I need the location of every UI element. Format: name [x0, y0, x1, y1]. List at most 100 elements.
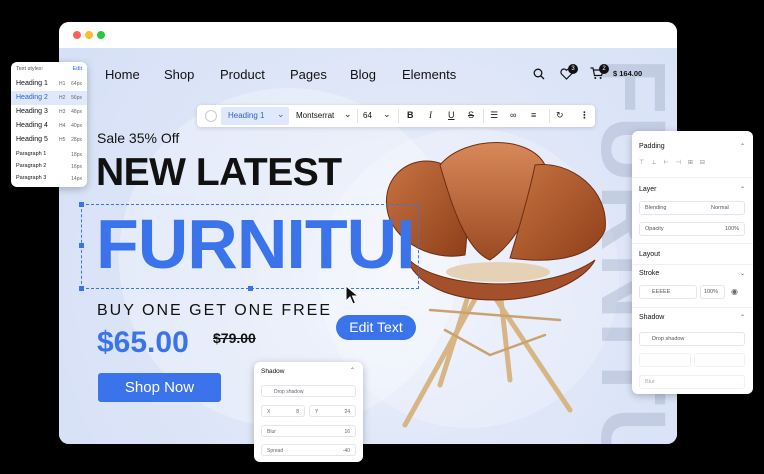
- text-style-size: 18px: [71, 152, 82, 158]
- shadow-popup-blur-input[interactable]: Blur 16: [261, 425, 356, 437]
- refresh-icon[interactable]: ↻: [556, 110, 564, 121]
- shadow-section-title[interactable]: Shadow: [639, 314, 664, 321]
- chevron-up-icon[interactable]: ⌃: [740, 314, 745, 321]
- opacity-input[interactable]: Opacity 100%: [639, 222, 745, 236]
- text-style-row[interactable]: Heading 1 H1 64px: [11, 77, 87, 91]
- text-style-name: Heading 2: [16, 94, 48, 101]
- text-style-value: Heading 1: [228, 111, 265, 120]
- nav-blog[interactable]: Blog: [350, 67, 376, 82]
- shadow-y-input[interactable]: [694, 353, 745, 367]
- cart-count-badge: 2: [599, 64, 609, 74]
- text-style-size: 28px: [71, 137, 82, 143]
- bold-icon[interactable]: B: [407, 110, 414, 120]
- stroke-section-title[interactable]: Stroke: [639, 270, 659, 277]
- text-styles-edit[interactable]: Edit: [73, 66, 82, 72]
- shadow-blur-label: Blur: [645, 379, 655, 385]
- shadow-popup-y-input[interactable]: Y 24: [309, 405, 356, 417]
- chevron-up-icon[interactable]: ⌃: [350, 367, 355, 374]
- text-style-name: Paragraph 1: [16, 151, 47, 157]
- stroke-opacity-input[interactable]: 100%: [700, 285, 725, 299]
- original-price: $79.00: [213, 330, 256, 346]
- minimize-window-dot[interactable]: [85, 31, 93, 39]
- text-toolbar: Heading 1 ⌄ Montserrat ⌄ 64 ⌄ B I U S ☰ …: [197, 105, 595, 127]
- furniture-heading[interactable]: FURNITURE: [96, 208, 411, 280]
- shadow-type-select[interactable]: Drop shadow: [639, 332, 745, 346]
- nav-home[interactable]: Home: [105, 67, 140, 82]
- shadow-x-input[interactable]: [639, 353, 691, 367]
- stroke-color-input[interactable]: EEEEE: [639, 285, 697, 299]
- chevron-down-icon: ⌄: [344, 109, 352, 119]
- shop-now-button[interactable]: Shop Now: [98, 373, 221, 402]
- link-icon[interactable]: ∞: [510, 110, 516, 120]
- chevron-up-icon[interactable]: ⌃: [740, 143, 745, 150]
- text-style-tag: H3: [59, 109, 66, 115]
- color-swatch[interactable]: [205, 110, 217, 122]
- chevron-down-icon[interactable]: ⌄: [740, 270, 745, 277]
- resize-handle[interactable]: [79, 202, 84, 207]
- text-style-size: 56px: [71, 95, 82, 101]
- shadow-blur-input[interactable]: Blur: [639, 375, 745, 389]
- text-styles-title: Text styles:: [16, 66, 44, 72]
- text-style-size: 48px: [71, 109, 82, 115]
- text-styles-panel: Text styles: Edit Heading 1 H1 64px Head…: [11, 62, 87, 187]
- padding-section-title[interactable]: Padding: [639, 143, 665, 150]
- text-style-size: 64px: [71, 81, 82, 87]
- text-style-row[interactable]: Heading 2 H2 56px: [11, 91, 87, 105]
- layer-section-title[interactable]: Layer: [639, 186, 657, 193]
- underline-icon[interactable]: U: [448, 110, 455, 120]
- eye-icon[interactable]: ◉: [731, 287, 738, 296]
- shadow-type-value: Drop shadow: [652, 336, 685, 342]
- blending-select[interactable]: Blending Normal: [639, 201, 745, 215]
- align-icon[interactable]: ≡: [531, 110, 536, 120]
- resize-handle[interactable]: [79, 286, 84, 291]
- text-style-size: 14px: [71, 176, 82, 182]
- list-icon[interactable]: ☰: [490, 110, 498, 121]
- text-style-tag: H5: [59, 137, 66, 143]
- font-select[interactable]: Montserrat: [296, 111, 334, 120]
- opacity-label: Opacity: [645, 226, 664, 232]
- text-style-name: Heading 5: [16, 136, 48, 143]
- sale-text: Sale 35% Off: [97, 130, 180, 146]
- strikethrough-icon[interactable]: S: [468, 110, 474, 120]
- shadow-popup-x-input[interactable]: X 8: [261, 405, 305, 417]
- italic-icon[interactable]: I: [429, 110, 432, 120]
- shadow-popup-type-select[interactable]: Drop shadow: [261, 385, 356, 397]
- sale-price: $65.00: [97, 326, 189, 359]
- cart-total: $ 164.00: [613, 69, 643, 78]
- chevron-up-icon[interactable]: ⌃: [740, 186, 745, 193]
- text-style-row[interactable]: Heading 5 H5 28px: [11, 133, 87, 147]
- chevron-down-icon: ⌄: [277, 109, 285, 119]
- text-style-name: Paragraph 3: [16, 175, 47, 181]
- y-label: Y: [315, 409, 319, 415]
- chevron-down-icon: ⌄: [383, 109, 391, 119]
- wishlist-count-badge: 3: [568, 64, 578, 74]
- resize-handle[interactable]: [248, 286, 253, 291]
- text-style-row[interactable]: Paragraph 3 14px: [11, 172, 87, 186]
- nav-elements[interactable]: Elements: [402, 67, 456, 82]
- font-size-input[interactable]: 64: [363, 111, 372, 120]
- nav-shop[interactable]: Shop: [164, 67, 194, 82]
- layout-section-title[interactable]: Layout: [639, 251, 660, 258]
- headline: NEW LATEST: [96, 151, 342, 194]
- shadow-popup-spread-input[interactable]: Spread -40: [261, 444, 356, 456]
- padding-alignment-icons[interactable]: ⊤⊥⊢⊣⊞⊟: [639, 159, 745, 169]
- divider: [357, 109, 358, 123]
- window-titlebar: [59, 22, 677, 48]
- nav-pages[interactable]: Pages: [290, 67, 327, 82]
- text-style-tag: H4: [59, 123, 66, 129]
- spread-label: Spread: [267, 448, 284, 454]
- more-options-icon[interactable]: ⋮: [580, 110, 589, 121]
- divider: [549, 109, 550, 123]
- nav-product[interactable]: Product: [220, 67, 265, 82]
- text-style-name: Heading 3: [16, 108, 48, 115]
- search-icon[interactable]: [533, 68, 545, 80]
- close-window-dot[interactable]: [73, 31, 81, 39]
- mouse-cursor-icon: [345, 285, 359, 305]
- text-style-row[interactable]: Heading 3 H3 48px: [11, 105, 87, 119]
- properties-panel: Padding ⌃ ⊤⊥⊢⊣⊞⊟ Layer ⌃ Blending Normal…: [632, 131, 753, 394]
- maximize-window-dot[interactable]: [97, 31, 105, 39]
- edit-text-button[interactable]: Edit Text: [336, 315, 416, 340]
- text-style-size: 40px: [71, 123, 82, 129]
- text-style-row[interactable]: Heading 4 H4 40px: [11, 119, 87, 133]
- resize-handle[interactable]: [79, 243, 84, 248]
